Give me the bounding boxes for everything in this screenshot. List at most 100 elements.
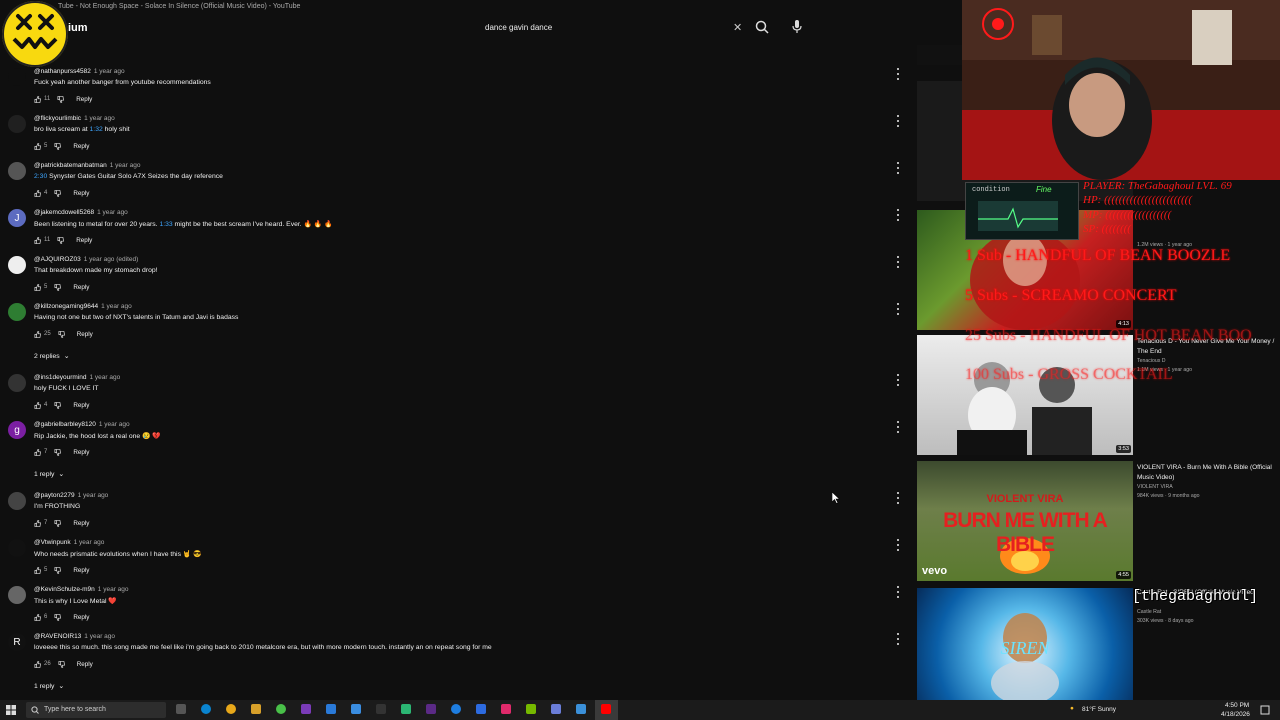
reply-button[interactable]: Reply	[73, 567, 89, 574]
file-explorer-icon[interactable]	[251, 704, 261, 714]
avatar[interactable]: J	[8, 209, 26, 227]
taskbar-search-input[interactable]: Type here to search	[26, 702, 166, 718]
more-options-icon[interactable]	[895, 421, 901, 433]
comment-author[interactable]: @gabrielbarbley8120	[34, 421, 96, 428]
like-icon[interactable]	[34, 330, 41, 338]
comment-author[interactable]: @AJQUIROZ03	[34, 256, 81, 263]
comment-author[interactable]: @patrickbatemanbatman	[34, 162, 107, 169]
dislike-icon[interactable]	[54, 566, 62, 574]
dislike-icon[interactable]	[58, 330, 65, 338]
notification-icon[interactable]	[1260, 705, 1270, 715]
comment-author[interactable]: @killzonegaming9644	[34, 303, 98, 310]
youtube-app-icon[interactable]	[601, 704, 611, 714]
comment-author[interactable]: @nathanpurss4582	[34, 68, 91, 75]
like-icon[interactable]	[34, 566, 41, 574]
app-icon[interactable]	[526, 704, 536, 714]
reply-button[interactable]: Reply	[73, 614, 89, 621]
like-icon[interactable]	[34, 189, 41, 197]
more-options-icon[interactable]	[895, 256, 901, 268]
replies-toggle[interactable]: 1 reply ⌄	[34, 470, 64, 478]
search-icon[interactable]	[755, 20, 769, 39]
more-options-icon[interactable]	[895, 162, 901, 174]
replies-count[interactable]: 1 reply	[34, 683, 54, 690]
like-icon[interactable]	[34, 236, 41, 244]
timestamp-link[interactable]: 1:32	[90, 126, 103, 133]
chevron-down-icon[interactable]: ⌄	[58, 470, 64, 478]
app-icon[interactable]	[376, 704, 386, 714]
chevron-down-icon[interactable]: ⌄	[64, 352, 70, 360]
app-icon[interactable]	[351, 704, 361, 714]
reply-button[interactable]: Reply	[73, 402, 89, 409]
avatar[interactable]	[8, 374, 26, 392]
avatar[interactable]	[8, 68, 26, 86]
avatar[interactable]	[8, 539, 26, 557]
app-icon[interactable]	[426, 704, 436, 714]
replies-count[interactable]: 2 replies	[34, 353, 60, 360]
app-icon[interactable]	[401, 704, 411, 714]
dislike-icon[interactable]	[54, 189, 62, 197]
reply-button[interactable]: Reply	[73, 449, 89, 456]
reply-button[interactable]: Reply	[76, 96, 92, 103]
avatar[interactable]	[8, 492, 26, 510]
like-icon[interactable]	[34, 142, 41, 150]
more-options-icon[interactable]	[895, 492, 901, 504]
more-options-icon[interactable]	[895, 209, 901, 221]
reply-button[interactable]: Reply	[73, 284, 89, 291]
like-icon[interactable]	[34, 613, 41, 621]
video-channel[interactable]: Castle Rat	[1137, 608, 1161, 617]
chrome-icon[interactable]	[226, 704, 236, 714]
dislike-icon[interactable]	[58, 660, 65, 668]
like-icon[interactable]	[34, 401, 41, 409]
dislike-icon[interactable]	[54, 401, 62, 409]
chevron-down-icon[interactable]: ⌄	[58, 682, 64, 690]
reply-button[interactable]: Reply	[73, 520, 89, 527]
dislike-icon[interactable]	[54, 613, 62, 621]
spotify-icon[interactable]	[276, 704, 286, 714]
avatar[interactable]	[8, 586, 26, 604]
dislike-icon[interactable]	[57, 95, 65, 103]
dislike-icon[interactable]	[54, 283, 62, 291]
more-options-icon[interactable]	[895, 68, 901, 80]
more-options-icon[interactable]	[895, 115, 901, 127]
app-icon[interactable]	[326, 704, 336, 714]
search-input[interactable]: dance gavin dance	[480, 19, 755, 37]
replies-toggle[interactable]: 2 replies ⌄	[34, 352, 70, 360]
video-title[interactable]: VIOLENT VIRA - Burn Me With A Bible (Off…	[1137, 463, 1277, 483]
comment-author[interactable]: @Vtwinpunk	[34, 539, 71, 546]
like-icon[interactable]	[34, 660, 41, 668]
avatar[interactable]	[8, 162, 26, 180]
video-channel[interactable]: VIOLENT VIRA	[1137, 483, 1173, 492]
app-icon[interactable]	[301, 704, 311, 714]
avatar[interactable]: R	[8, 633, 26, 651]
avatar[interactable]	[8, 256, 26, 274]
like-icon[interactable]	[34, 95, 41, 103]
reply-button[interactable]: Reply	[77, 331, 93, 338]
avatar[interactable]	[8, 115, 26, 133]
app-icon[interactable]	[451, 704, 461, 714]
edge-icon[interactable]	[201, 704, 211, 714]
reply-button[interactable]: Reply	[73, 143, 89, 150]
reply-button[interactable]: Reply	[76, 237, 92, 244]
clock-time[interactable]: 4:50 PM	[1225, 702, 1249, 709]
comment-author[interactable]: @flickyourlimbic	[34, 115, 81, 122]
app-icon[interactable]	[576, 704, 586, 714]
comment-author[interactable]: @jakemcdowell5268	[34, 209, 94, 216]
timestamp-link[interactable]: 1:33	[159, 221, 172, 228]
avatar[interactable]	[8, 303, 26, 321]
clear-search-icon[interactable]: ✕	[733, 21, 742, 34]
like-icon[interactable]	[34, 519, 41, 527]
more-options-icon[interactable]	[895, 303, 901, 315]
timestamp-link[interactable]: 2:30	[34, 173, 47, 180]
app-icon[interactable]	[551, 704, 561, 714]
mic-icon[interactable]	[790, 19, 804, 40]
reply-button[interactable]: Reply	[77, 661, 93, 668]
weather-text[interactable]: 81°F Sunny	[1082, 706, 1116, 713]
dislike-icon[interactable]	[54, 519, 62, 527]
more-options-icon[interactable]	[895, 539, 901, 551]
app-icon[interactable]	[501, 704, 511, 714]
windows-start-icon[interactable]	[6, 705, 16, 715]
app-icon[interactable]	[476, 704, 486, 714]
video-thumbnail[interactable]: VIOLENT VIRA BURN ME WITH A BIBLE vevo 4…	[917, 461, 1133, 581]
comment-author[interactable]: @ins1deyourmind	[34, 374, 87, 381]
dislike-icon[interactable]	[54, 448, 62, 456]
